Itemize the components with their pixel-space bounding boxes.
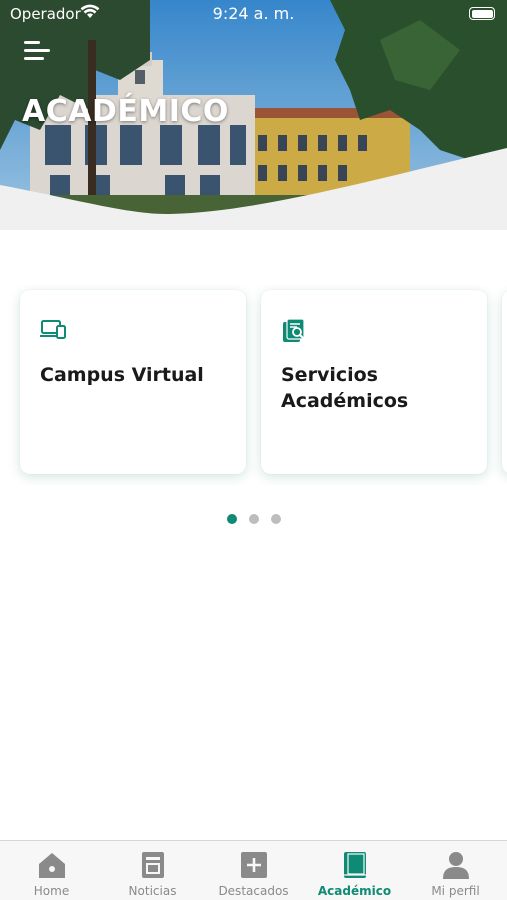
clock: 9:24 a. m. [212, 4, 295, 23]
card-peek[interactable] [502, 290, 507, 474]
card-campus-virtual[interactable]: Campus Virtual [20, 290, 246, 474]
tab-label: Home [33, 884, 70, 898]
tab-home[interactable]: Home [1, 841, 102, 900]
cards-carousel[interactable]: Campus Virtual Servicios Académicos [0, 285, 507, 485]
laptop-phone-icon [40, 318, 68, 344]
hamburger-icon-line [24, 41, 40, 44]
hamburger-icon-line [24, 49, 50, 52]
document-search-icon [281, 318, 309, 344]
tab-label: Académico [317, 884, 392, 898]
book-icon [340, 850, 370, 880]
tab-label: Noticias [128, 884, 177, 898]
tab-mi-perfil[interactable]: Mi perfil [405, 841, 506, 900]
pager-dot[interactable] [226, 514, 237, 524]
card-label: Campus Virtual [40, 364, 204, 386]
hamburger-icon-line [24, 57, 44, 60]
tab-academico[interactable]: Académico [304, 841, 405, 900]
tab-bar: Home Noticias Destacados Académico Mi pe… [0, 840, 507, 900]
pager-dot[interactable] [248, 514, 259, 524]
pager-dot[interactable] [270, 514, 281, 524]
tab-destacados[interactable]: Destacados [203, 841, 304, 900]
newspaper-icon [138, 850, 168, 880]
status-bar: Operador 9:24 a. m. [0, 0, 507, 28]
card-servicios-academicos[interactable]: Servicios Académicos [261, 290, 487, 474]
menu-button[interactable] [24, 38, 54, 64]
tab-label: Mi perfil [431, 884, 480, 898]
user-icon [441, 850, 471, 880]
home-icon [37, 850, 67, 880]
tab-noticias[interactable]: Noticias [102, 841, 203, 900]
plus-square-icon [239, 850, 269, 880]
card-label: Servicios Académicos [281, 364, 409, 412]
carousel-pager [0, 509, 507, 524]
page-title: ACADÉMICO [22, 94, 229, 129]
battery-icon [469, 7, 495, 20]
tab-label: Destacados [218, 884, 289, 898]
